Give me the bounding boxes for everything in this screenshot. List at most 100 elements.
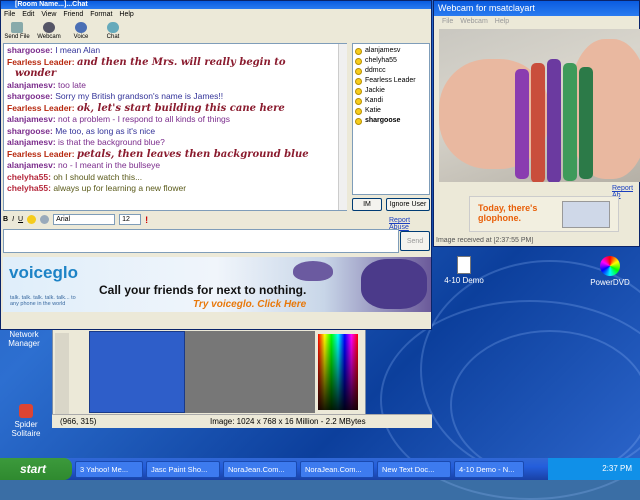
voiceglo-ad-banner[interactable]: voiceglo talk. talk. talk. talk. talk...… [3,257,431,312]
message-text: I mean Alan [55,45,101,55]
chat-message: shargoose: I mean Alan [7,45,343,57]
webcam-menu-webcam[interactable]: Webcam [460,16,488,27]
audible-icon[interactable] [40,215,50,224]
task-yahoo-messenger[interactable]: 3 Yahoo! Me... [75,460,143,478]
user-list-item[interactable]: Katie [355,106,427,116]
message-input[interactable] [3,229,399,253]
user-list-item[interactable]: Jackie [355,86,427,96]
clay-cane-green [563,63,577,181]
send-file-button[interactable]: Send File [4,20,30,45]
menu-view[interactable]: View [41,9,56,20]
user-status-icon [355,117,362,125]
menu-help[interactable]: Help [119,9,133,20]
start-button[interactable]: start [0,458,72,480]
chat-button[interactable]: Chat [100,20,126,45]
user-list-item[interactable]: Kandi [355,96,427,106]
font-size-select[interactable]: 12 [119,214,142,225]
underline-button[interactable]: U [18,216,23,223]
chat-message: shargoose: Me too, as long as it's nice [7,126,343,138]
user-list[interactable]: alanjamesv chelyha55 ddmcc Fearless Leader J… [352,43,430,195]
document-icon [457,256,471,274]
message-text: no - I meant in the bullseye [58,160,161,170]
bold-button[interactable]: B [3,216,8,223]
chat-message: shargoose: Sorry my British grandson's n… [7,91,343,103]
message-text: ok, let's start building this cane here [76,102,285,114]
status-image-info: Image: 1024 x 768 x 16 Million - 2.2 MBy… [210,417,366,426]
webcam-title-bar[interactable]: Webcam for msatclayart [434,1,639,16]
glophone-ad-image [562,201,610,228]
task-norajean-2[interactable]: NoraJean.Com... [300,460,374,478]
tool-palette[interactable] [55,333,69,415]
message-nick[interactable]: alanjamesv: [7,80,56,90]
menu-format[interactable]: Format [90,9,112,20]
webcam-menu-file[interactable]: File [442,16,453,27]
message-text: Me too, as long as it's nice [55,125,156,136]
glophone-ad[interactable]: Today, there's glophone. [469,196,619,232]
message-nick[interactable]: shargoose: [7,126,53,136]
format-toolbar: B I U Arial 12 ! [3,213,349,226]
chat-title-bar[interactable]: [Room Name...]...Chat [1,1,431,9]
message-nick[interactable]: shargoose: [7,91,53,101]
image-thumbnail[interactable] [89,331,185,413]
user-list-item[interactable]: chelyha55 [355,56,427,66]
clock[interactable]: 2:37 PM [602,464,632,473]
webcam-menu-help[interactable]: Help [495,16,509,27]
message-nick[interactable]: alanjamesv: [7,160,56,170]
message-nick[interactable]: chelyha55: [7,172,51,182]
voice-button[interactable]: Voice [68,20,94,45]
message-nick[interactable]: Fearless Leader: [7,57,75,67]
message-nick[interactable]: Fearless Leader: [7,103,75,113]
menu-edit[interactable]: Edit [22,9,34,20]
user-name: alanjamesv [365,47,401,54]
send-file-icon [11,22,23,33]
message-nick[interactable]: alanjamesv: [7,137,56,147]
voiceglo-logo: voiceglo [9,263,78,282]
alert-icon[interactable]: ! [145,215,148,225]
chat-log[interactable]: shargoose: I mean Alan Fearless Leader: a… [3,43,347,211]
message-text: oh I should watch this... [53,171,143,182]
desktop-icon-spider-solitaire[interactable]: Spider Solitaire [0,404,52,438]
color-palette[interactable] [318,334,358,410]
chat-message: alanjamesv: is that the background blue? [7,137,343,149]
ad-cta-link[interactable]: Try voiceglo. Click Here [193,299,306,310]
desktop-icon-powerdvd[interactable]: PowerDVD [580,256,640,287]
message-nick[interactable]: alanjamesv: [7,114,56,124]
chat-scrollbar[interactable] [338,44,347,210]
message-nick[interactable]: Fearless Leader: [7,149,75,159]
menu-file[interactable]: File [4,9,15,20]
font-select[interactable]: Arial [53,214,116,225]
ad-headline: Call your friends for next to nothing. [99,283,307,297]
menu-friend[interactable]: Friend [63,9,83,20]
microphone-icon [75,22,87,33]
user-list-item[interactable]: Fearless Leader [355,76,427,86]
emoticon-icon[interactable] [27,215,37,224]
chat-message: wonder [7,68,343,80]
im-button[interactable]: IM [352,198,382,211]
message-nick[interactable]: shargoose: [7,45,53,55]
webcam-icon [43,22,55,33]
user-list-item[interactable]: shargoose [355,116,427,126]
user-list-item[interactable]: ddmcc [355,66,427,76]
chat-bubble-icon [107,22,119,33]
user-name: Katie [365,107,381,114]
italic-button[interactable]: I [12,216,14,223]
chat-window: [Room Name...]...Chat File Edit View Fri… [0,0,432,330]
ignore-user-button[interactable]: Ignore User [386,198,430,211]
user-list-item[interactable]: alanjamesv [355,46,427,56]
chat-message: chelyha55: always up for learning a new … [7,183,343,195]
user-status-icon [355,107,362,115]
desktop-icon-4-10-demo[interactable]: 4-10 Demo [434,256,494,285]
webcam-button[interactable]: Webcam [36,20,62,45]
webcam-status: Image received at [2:37:55 PM] [436,237,534,244]
user-status-icon [355,57,362,65]
message-nick[interactable]: chelyha55: [7,183,51,193]
task-paint-shop-pro[interactable]: Jasc Paint Sho... [146,460,220,478]
task-4-10-demo[interactable]: 4-10 Demo - N... [454,460,524,478]
task-new-text-document[interactable]: New Text Doc... [377,460,451,478]
send-button[interactable]: Send [400,231,430,251]
user-name: Fearless Leader [365,77,416,84]
desktop-icon-network-manager[interactable]: Network Manager [0,330,48,348]
user-name: ddmcc [365,67,386,74]
glophone-ad-text: Today, there's glophone. [478,203,538,223]
task-norajean-1[interactable]: NoraJean.Com... [223,460,297,478]
